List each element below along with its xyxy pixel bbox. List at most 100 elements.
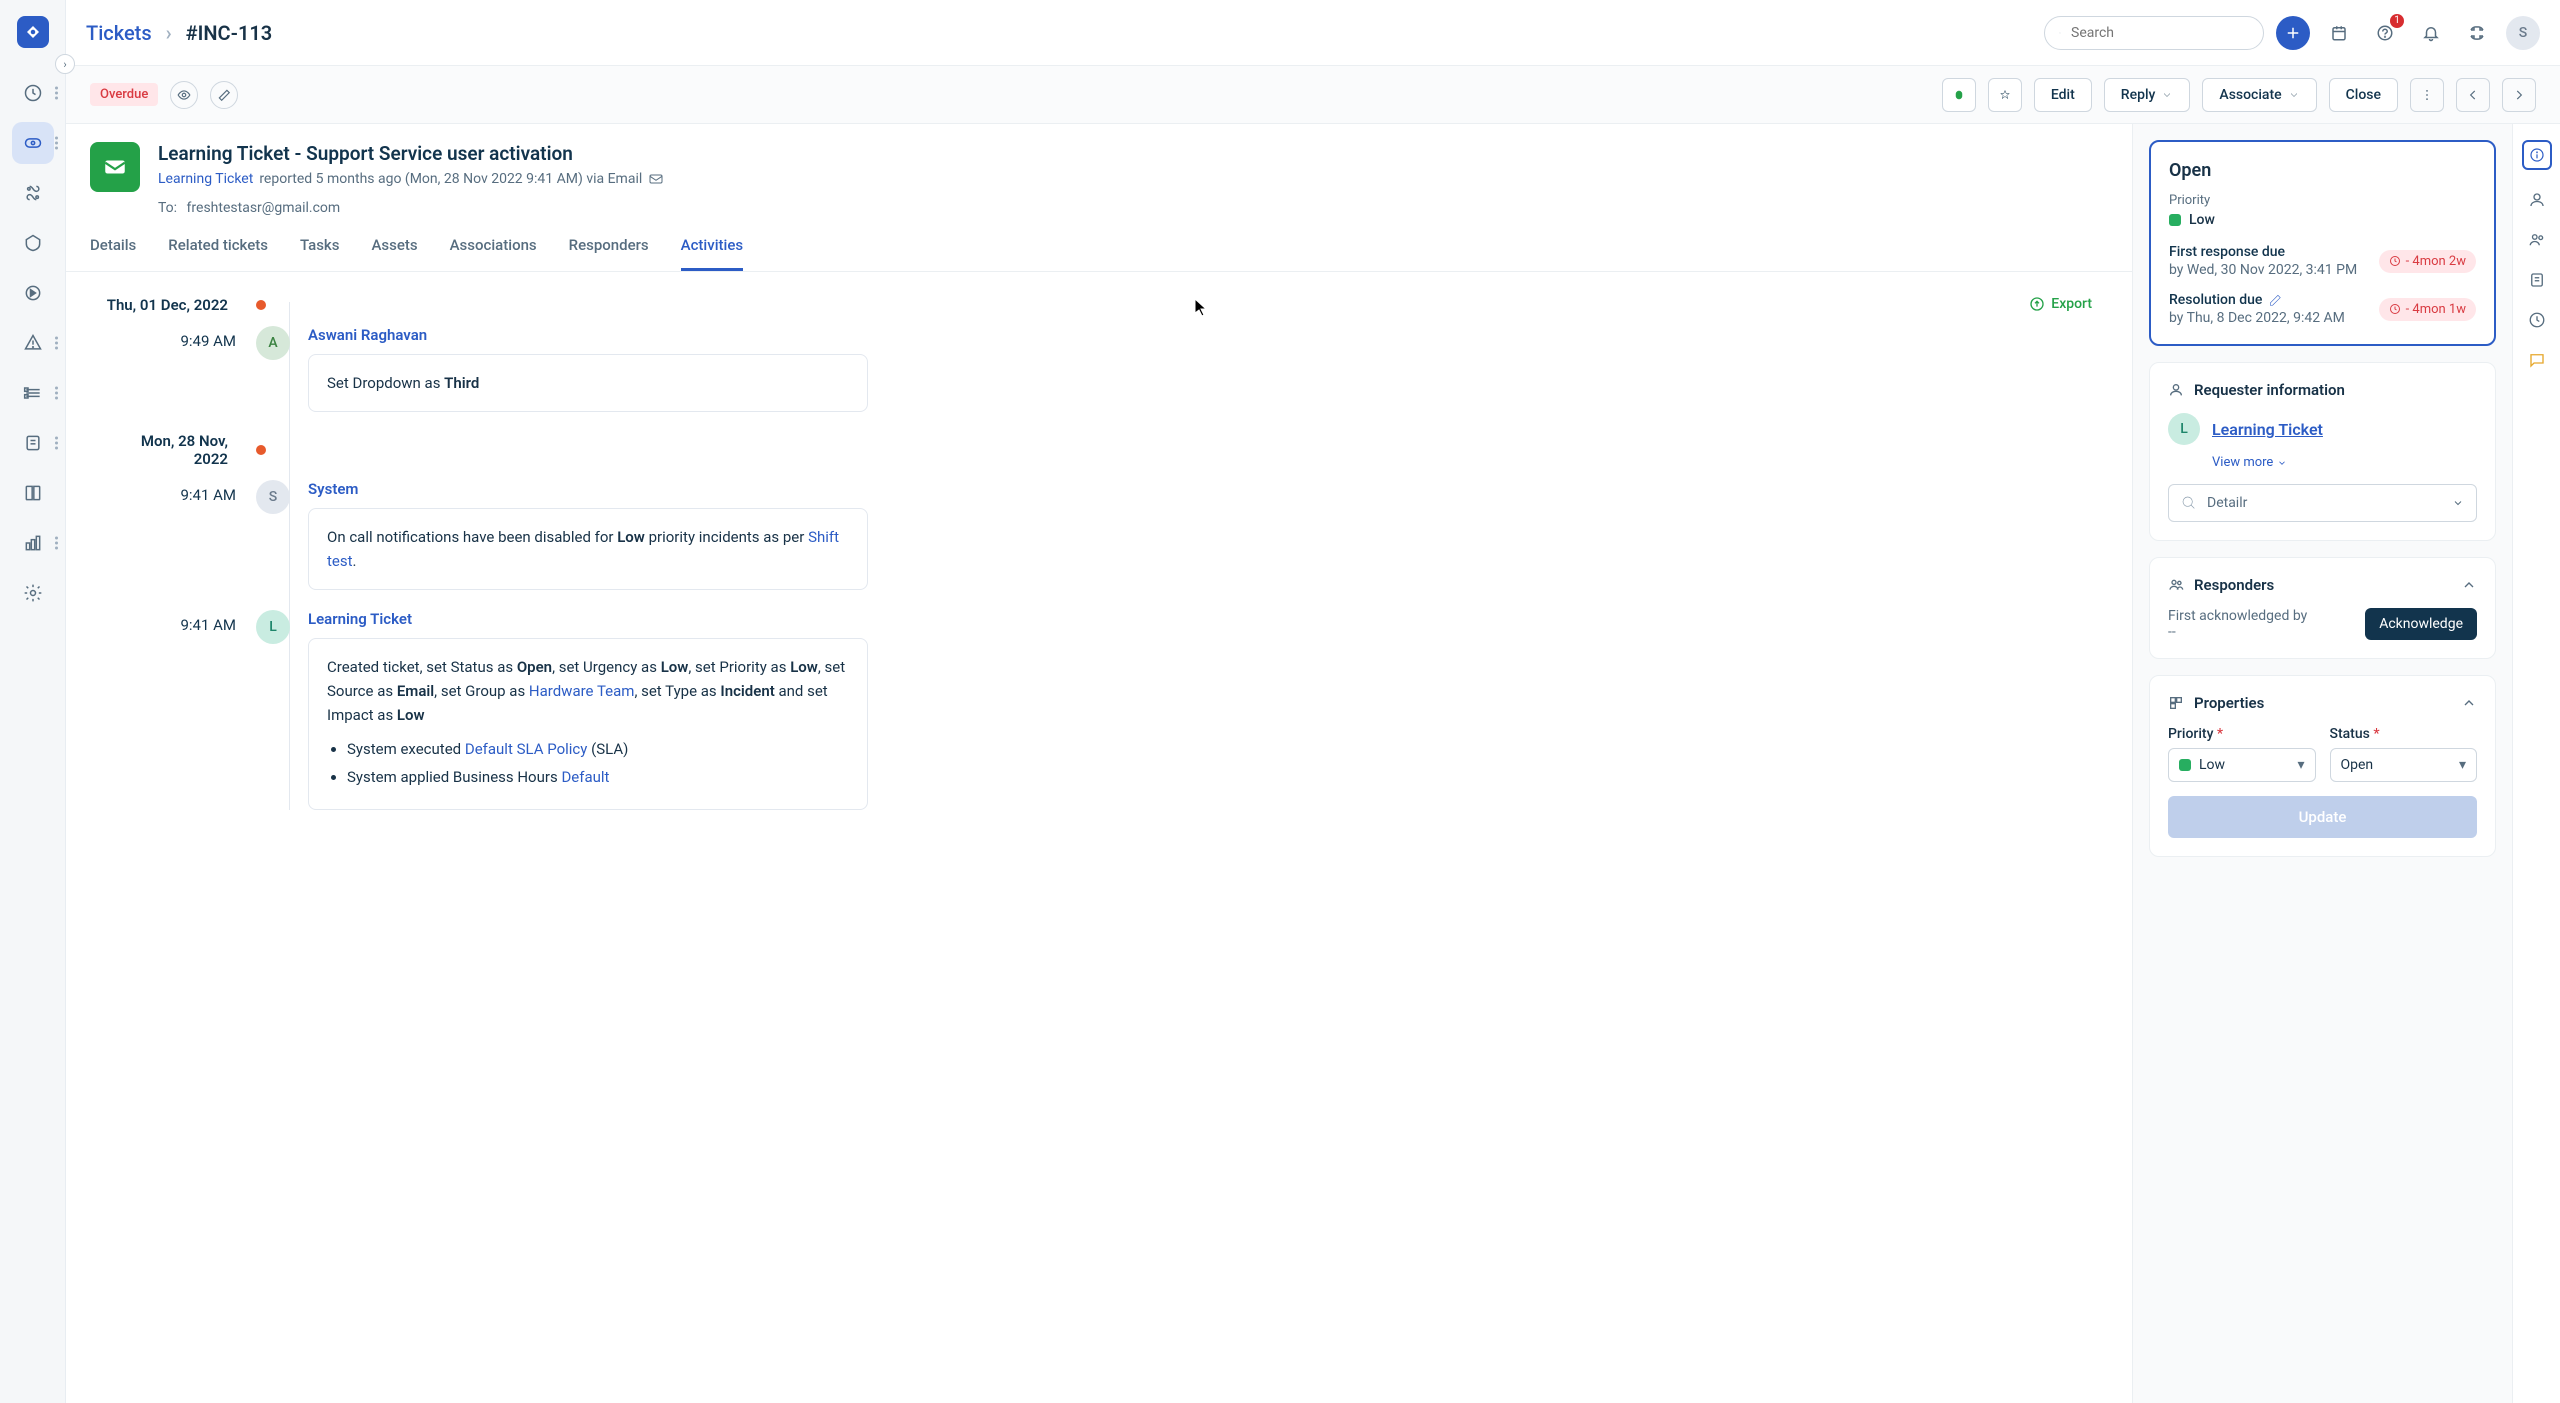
nav-settings[interactable] xyxy=(12,572,54,614)
rail-notes-icon[interactable] xyxy=(2527,270,2547,290)
chevron-down-icon xyxy=(2452,497,2464,509)
new-button[interactable] xyxy=(2276,16,2310,50)
notifications-icon[interactable] xyxy=(2414,16,2448,50)
event-avatar: L xyxy=(256,610,290,644)
next-ticket-button[interactable] xyxy=(2502,78,2536,112)
event-author[interactable]: Aswani Raghavan xyxy=(308,326,868,344)
rail-info-icon[interactable] xyxy=(2522,140,2552,170)
nav-kb[interactable] xyxy=(12,472,54,514)
chevron-up-icon[interactable] xyxy=(2461,695,2477,711)
expand-sidebar-button[interactable]: › xyxy=(55,54,75,74)
resolution-overdue: - 4mon 1w xyxy=(2379,298,2476,321)
requester-info-section: Requester information L Learning Ticket … xyxy=(2149,362,2496,541)
email-icon xyxy=(648,171,664,187)
rail-contact-icon[interactable] xyxy=(2527,190,2547,210)
ticket-header: Learning Ticket - Support Service user a… xyxy=(66,124,2132,216)
tab-associations[interactable]: Associations xyxy=(450,236,537,271)
event-author: System xyxy=(308,480,868,498)
search-box[interactable] xyxy=(2044,16,2264,50)
chevron-right-icon: › xyxy=(166,21,172,45)
nav-alerts[interactable] xyxy=(12,322,54,364)
nav-releases[interactable] xyxy=(12,272,54,314)
properties-icon xyxy=(2168,695,2184,711)
properties-section: Properties Priority * Low▾ Status * Open… xyxy=(2149,675,2496,857)
rail-contacts-icon[interactable] xyxy=(2527,230,2547,250)
ticket-reporter-link[interactable]: Learning Ticket xyxy=(158,171,253,187)
tab-details[interactable]: Details xyxy=(90,236,136,271)
users-icon xyxy=(2168,577,2184,593)
tab-related-tickets[interactable]: Related tickets xyxy=(168,236,268,271)
ticket-reported-meta: reported 5 months ago (Mon, 28 Nov 2022 … xyxy=(259,171,642,187)
app-logo[interactable] xyxy=(17,16,49,48)
status-card: Open Priority Low First response due by … xyxy=(2149,140,2496,346)
tab-responders[interactable]: Responders xyxy=(569,236,649,271)
event-card: On call notifications have been disabled… xyxy=(308,508,868,590)
left-nav: › xyxy=(0,0,66,1403)
activity-event: 9:49 AM A Aswani Raghavan Set Dropdown a… xyxy=(106,326,2092,412)
overdue-badge: Overdue xyxy=(90,83,158,106)
nav-dashboard[interactable] xyxy=(12,72,54,114)
nav-assets[interactable] xyxy=(12,372,54,414)
prev-ticket-button[interactable] xyxy=(2456,78,2490,112)
breadcrumb-root[interactable]: Tickets xyxy=(86,21,152,45)
nav-solutions[interactable] xyxy=(12,422,54,464)
freddy-button[interactable] xyxy=(1942,78,1976,112)
to-value: freshtestasr@gmail.com xyxy=(187,200,341,216)
watch-button[interactable] xyxy=(170,81,198,109)
nav-changes[interactable] xyxy=(12,222,54,264)
event-card: Set Dropdown as Third xyxy=(308,354,868,412)
status-select[interactable]: Open▾ xyxy=(2330,748,2478,782)
tab-assets[interactable]: Assets xyxy=(371,236,417,271)
chevron-up-icon[interactable] xyxy=(2461,577,2477,593)
requester-name-link[interactable]: Learning Ticket xyxy=(2212,420,2323,439)
apps-icon[interactable] xyxy=(2460,16,2494,50)
ticket-tabs: Details Related tickets Tasks Assets Ass… xyxy=(66,216,2132,272)
side-panel: Open Priority Low First response due by … xyxy=(2132,124,2512,1403)
event-avatar: A xyxy=(256,326,290,360)
activities-panel: Export Thu, 01 Dec, 2022 9:49 AM A xyxy=(66,272,2132,854)
help-icon[interactable] xyxy=(2368,16,2402,50)
search-icon xyxy=(2059,25,2061,41)
nav-reports[interactable] xyxy=(12,522,54,564)
search-icon xyxy=(2181,495,2197,511)
activity-date: Mon, 28 Nov, 2022 xyxy=(106,432,2092,468)
rail-timelog-icon[interactable] xyxy=(2527,310,2547,330)
nav-tickets[interactable] xyxy=(12,122,54,164)
search-input[interactable] xyxy=(2071,25,2249,41)
close-button[interactable]: Close xyxy=(2329,78,2398,112)
tab-tasks[interactable]: Tasks xyxy=(300,236,340,271)
event-author[interactable]: Learning Ticket xyxy=(308,610,868,628)
resolution-label: Resolution due xyxy=(2169,292,2345,308)
update-button[interactable]: Update xyxy=(2168,796,2477,838)
reply-button[interactable]: Reply xyxy=(2104,78,2191,112)
resolution-value: by Thu, 8 Dec 2022, 9:42 AM xyxy=(2169,310,2345,326)
ticket-title: Learning Ticket - Support Service user a… xyxy=(158,142,2108,165)
more-actions-button[interactable] xyxy=(2410,78,2444,112)
top-header: Tickets › #INC-113 S xyxy=(66,0,2560,66)
rail-chat-icon[interactable] xyxy=(2527,350,2547,370)
user-avatar[interactable]: S xyxy=(2506,16,2540,50)
calendar-icon[interactable] xyxy=(2322,16,2356,50)
nav-problems[interactable] xyxy=(12,172,54,214)
star-button[interactable] xyxy=(1988,78,2022,112)
edit-button[interactable]: Edit xyxy=(2034,78,2092,112)
activity-date: Thu, 01 Dec, 2022 xyxy=(106,296,2092,314)
ticket-status: Open xyxy=(2169,160,2476,181)
associate-button[interactable]: Associate xyxy=(2202,78,2316,112)
activity-event: 9:41 AM S System On call notifications h… xyxy=(106,480,2092,590)
acknowledge-button[interactable]: Acknowledge xyxy=(2365,608,2477,640)
tab-activities[interactable]: Activities xyxy=(681,236,743,271)
event-avatar: S xyxy=(256,480,290,514)
activity-event: 9:41 AM L Learning Ticket Created ticket… xyxy=(106,610,2092,810)
view-more-link[interactable]: View more xyxy=(2212,455,2477,470)
breadcrumb: Tickets › #INC-113 xyxy=(86,21,272,45)
detail-select[interactable]: Detailr xyxy=(2168,484,2477,522)
breadcrumb-ticket-id: #INC-113 xyxy=(186,21,273,45)
user-icon xyxy=(2168,382,2184,398)
tag-button[interactable] xyxy=(210,81,238,109)
priority-select[interactable]: Low▾ xyxy=(2168,748,2316,782)
edit-resolution-icon[interactable] xyxy=(2268,293,2282,307)
right-rail xyxy=(2512,124,2560,1403)
ticket-type-icon xyxy=(90,142,140,192)
event-card: Created ticket, set Status as Open, set … xyxy=(308,638,868,810)
